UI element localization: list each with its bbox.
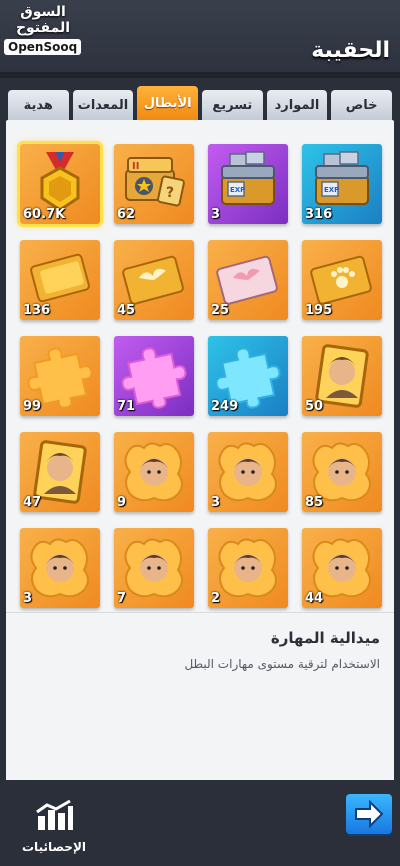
item-count: 195: [305, 303, 333, 318]
inventory-item[interactable]: EXP 3: [208, 144, 288, 224]
inventory-item[interactable]: 195: [302, 240, 382, 320]
inventory-item[interactable]: 60.7K: [17, 141, 103, 227]
item-count: 3: [211, 495, 221, 510]
bag-tabs: خاص الموارد تسريع الأبطال المعدات هدية: [7, 86, 392, 127]
inventory-item[interactable]: 47: [20, 432, 100, 512]
stats-label: الإحصائيات: [22, 840, 86, 854]
svg-text:EXP: EXP: [230, 186, 245, 194]
item-count: 50: [305, 399, 324, 414]
item-count: 60.7K: [23, 207, 66, 222]
item-count: 249: [211, 399, 239, 414]
item-count: 3: [211, 207, 221, 222]
inventory-item[interactable]: 50: [302, 336, 382, 416]
item-count: 44: [305, 591, 324, 606]
inventory-item[interactable]: 45: [114, 240, 194, 320]
item-count: 45: [117, 303, 136, 318]
watermark: السوق المفتوح OpenSooq: [4, 4, 82, 55]
page-title: الحقيبة: [311, 38, 390, 63]
inventory-item[interactable]: 71: [114, 336, 194, 416]
inventory-item[interactable]: 44: [302, 528, 382, 608]
item-description: ميدالية المهارة الاستخدام لترقية مستوى م…: [6, 612, 394, 780]
item-count: 71: [117, 399, 136, 414]
inventory-item[interactable]: 85: [302, 432, 382, 512]
inventory-item[interactable]: 25: [208, 240, 288, 320]
item-count: 99: [23, 399, 42, 414]
next-button[interactable]: [346, 794, 392, 834]
header-divider: [0, 72, 400, 78]
item-count: 7: [117, 591, 127, 606]
inventory-item[interactable]: 7: [114, 528, 194, 608]
inventory-item[interactable]: II? 62: [114, 144, 194, 224]
inventory-grid: 60.7K II? 62 EXP 3 EXP 316 136 45 25 195 99 71 249 50 4…: [17, 141, 382, 608]
svg-text:II: II: [132, 161, 139, 172]
item-count: 47: [23, 495, 42, 510]
item-count: 85: [305, 495, 324, 510]
item-count: 2: [211, 591, 221, 606]
svg-text:?: ?: [166, 185, 174, 201]
svg-text:EXP: EXP: [324, 186, 339, 194]
inventory-item[interactable]: 99: [20, 336, 100, 416]
arrow-right-icon: [355, 799, 384, 829]
inventory-item[interactable]: 3: [208, 432, 288, 512]
item-count: 9: [117, 495, 127, 510]
item-name: ميدالية المهارة: [270, 629, 380, 647]
inventory-item[interactable]: 3: [20, 528, 100, 608]
item-count: 316: [305, 207, 333, 222]
tab-speedups[interactable]: تسريع: [201, 90, 263, 120]
stats-button[interactable]: الإحصائيات: [14, 799, 94, 860]
tab-heroes[interactable]: الأبطال: [137, 86, 198, 127]
tab-special[interactable]: خاص: [331, 90, 392, 120]
watermark-latin: OpenSooq: [4, 39, 82, 55]
tab-equipment[interactable]: المعدات: [72, 90, 134, 120]
item-usage-text: الاستخدام لترقية مستوى مهارات البطل: [184, 657, 380, 671]
inventory-item[interactable]: 249: [208, 336, 288, 416]
top-bar: السوق المفتوح OpenSooq الحقيبة: [0, 0, 400, 78]
tab-gifts[interactable]: هدية: [7, 90, 69, 120]
stats-chart-icon: [36, 799, 73, 830]
inventory-item[interactable]: EXP 316: [302, 144, 382, 224]
bottom-bar: الإحصائيات: [0, 780, 400, 866]
item-count: 3: [23, 591, 33, 606]
inventory-item[interactable]: 136: [20, 240, 100, 320]
item-count: 25: [211, 303, 230, 318]
watermark-arabic: السوق المفتوح: [15, 4, 71, 36]
inventory-item[interactable]: 2: [208, 528, 288, 608]
tab-resources[interactable]: الموارد: [266, 90, 328, 120]
inventory-item[interactable]: 9: [114, 432, 194, 512]
item-count: 62: [117, 207, 136, 222]
item-count: 136: [23, 303, 51, 318]
